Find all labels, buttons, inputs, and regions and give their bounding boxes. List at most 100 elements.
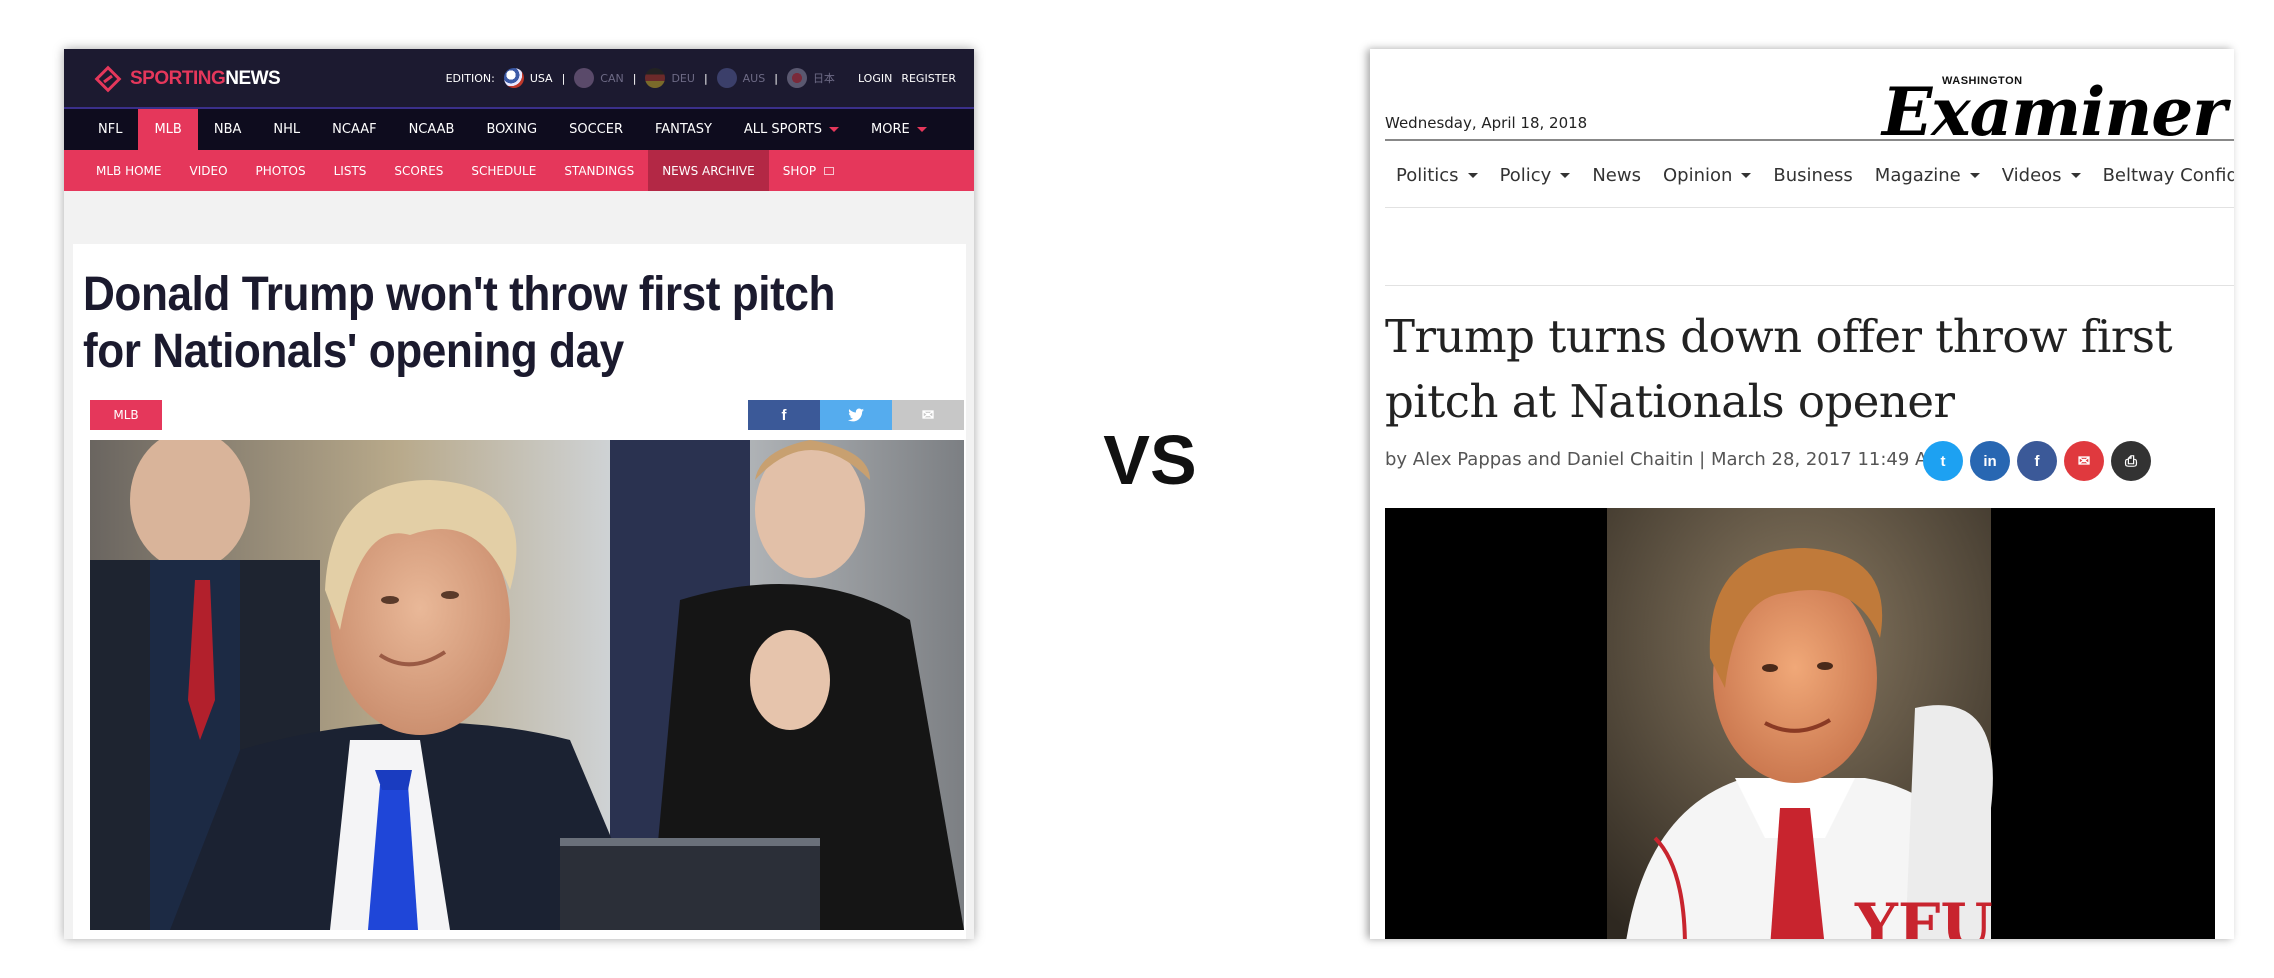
- sn-article-card: Donald Trump won't throw first pitch for…: [73, 244, 966, 939]
- nav-magazine[interactable]: Magazine: [1864, 165, 1991, 186]
- subnav-lists[interactable]: LISTS: [320, 150, 381, 191]
- sn-share-bar: f ✉: [748, 400, 964, 430]
- subnav-video[interactable]: VIDEO: [176, 150, 242, 191]
- email-icon: ✉: [921, 407, 935, 424]
- subnav-news-archive[interactable]: NEWS ARCHIVE: [648, 150, 769, 191]
- we-byline: by Alex Pappas and Daniel Chaitin | Marc…: [1385, 449, 1943, 470]
- nav-label: NBA: [213, 122, 242, 137]
- nav-mlb[interactable]: MLB: [138, 109, 198, 150]
- separator: |: [774, 71, 778, 85]
- chevron-down-icon: [2070, 172, 2081, 178]
- we-logo[interactable]: Examiner WASHINGTON: [1882, 57, 2227, 151]
- register-link[interactable]: REGISTER: [901, 72, 956, 85]
- mlb-tag[interactable]: MLB: [90, 400, 162, 430]
- nav-fantasy[interactable]: FANTASY: [639, 109, 728, 150]
- subnav-photos[interactable]: PHOTOS: [242, 150, 320, 191]
- chevron-down-icon: [1560, 172, 1571, 178]
- nav-label: Business: [1773, 164, 1853, 186]
- sporting-news-screenshot: SPORTINGNEWS EDITION: USA | CAN | DEU | …: [64, 49, 974, 939]
- subnav-mlb-home[interactable]: MLB HOME: [82, 150, 176, 191]
- nav-videos[interactable]: Videos: [1991, 165, 2092, 186]
- email-share-button[interactable]: ✉: [892, 400, 964, 430]
- twitter-share-button[interactable]: [820, 400, 892, 430]
- subnav-scores[interactable]: SCORES: [380, 150, 457, 191]
- nav-nfl[interactable]: NFL: [82, 109, 138, 150]
- nav-label: NFL: [98, 122, 123, 137]
- separator: |: [561, 71, 566, 85]
- nav-label: Politics: [1396, 164, 1459, 186]
- nav-more[interactable]: MORE: [855, 109, 943, 150]
- subnav-label: SHOP: [782, 163, 817, 178]
- nav-label: SOCCER: [569, 122, 623, 137]
- chevron-down-icon: [1467, 172, 1478, 178]
- print-button[interactable]: ⎙: [2111, 441, 2151, 481]
- sn-brand-part1: SPORTING: [130, 68, 226, 89]
- facebook-share-button[interactable]: f: [748, 400, 820, 430]
- divider: [1385, 285, 2234, 286]
- twitter-icon: t: [1940, 452, 1946, 470]
- sn-logo[interactable]: SPORTINGNEWS: [94, 59, 281, 99]
- edition-can-label: CAN: [600, 71, 624, 85]
- edition-deu-label: DEU: [671, 71, 695, 85]
- login-link[interactable]: LOGIN: [858, 72, 892, 85]
- nav-policy[interactable]: Policy: [1489, 165, 1582, 186]
- chevron-down-icon: [916, 127, 927, 132]
- nav-news[interactable]: News: [1581, 165, 1652, 186]
- nav-ncaab[interactable]: NCAAB: [393, 109, 471, 150]
- edition-usa[interactable]: USA: [503, 68, 553, 88]
- edition-aus-label: AUS: [742, 71, 766, 85]
- nav-label: MLB: [154, 122, 182, 137]
- separator: |: [632, 71, 637, 85]
- nav-label: MORE: [871, 122, 910, 137]
- print-icon: ⎙: [2124, 452, 2137, 470]
- subnav-label: VIDEO: [189, 163, 228, 178]
- twitter-icon: [848, 408, 864, 422]
- sn-article-photo: [90, 440, 964, 930]
- edition-can[interactable]: CAN: [574, 68, 624, 88]
- external-link-icon: [824, 166, 835, 175]
- nav-label: Videos: [2001, 164, 2062, 186]
- subnav-schedule[interactable]: SCHEDULE: [457, 150, 550, 191]
- edition-aus[interactable]: AUS: [716, 68, 766, 88]
- trump-smiling-photo: [90, 440, 964, 930]
- edition-jpn-label: 日本: [812, 72, 835, 85]
- twitter-share-button[interactable]: t: [1923, 441, 1963, 481]
- nav-opinion[interactable]: Opinion: [1652, 165, 1762, 186]
- sn-headline: Donald Trump won't throw first pitch for…: [83, 268, 835, 378]
- separator: |: [703, 71, 708, 85]
- subnav-label: MLB HOME: [96, 163, 162, 178]
- usa-flag-icon: [503, 68, 524, 88]
- email-icon: ✉: [2077, 453, 2091, 470]
- edition-label: EDITION:: [445, 71, 495, 85]
- nav-ncaaf[interactable]: NCAAF: [316, 109, 392, 150]
- nav-nhl[interactable]: NHL: [257, 109, 316, 150]
- edition-jpn[interactable]: 日本: [786, 68, 835, 88]
- sn-brand: SPORTINGNEWS: [130, 68, 281, 90]
- edition-deu[interactable]: DEU: [645, 68, 695, 88]
- trump-baseball-jersey-photo: YFU: [1385, 508, 2215, 939]
- nav-label: News: [1592, 164, 1641, 186]
- subnav-label: LISTS: [333, 163, 367, 178]
- nav-all-sports[interactable]: ALL SPORTS: [728, 109, 855, 150]
- nav-nba[interactable]: NBA: [198, 109, 258, 150]
- subnav-label: SCHEDULE: [471, 163, 537, 178]
- vs-label: VS: [1103, 421, 1197, 499]
- we-article-photo: YFU: [1385, 508, 2215, 939]
- edition-selector: EDITION: USA | CAN | DEU | AUS | 日本 LOGI…: [446, 49, 956, 107]
- facebook-share-button[interactable]: f: [2017, 441, 2057, 481]
- nav-business[interactable]: Business: [1762, 165, 1863, 186]
- subnav-label: STANDINGS: [564, 163, 635, 178]
- email-share-button[interactable]: ✉: [2064, 441, 2104, 481]
- divider: [1385, 139, 2234, 141]
- edition-usa-label: USA: [529, 71, 553, 85]
- subnav-standings[interactable]: STANDINGS: [550, 150, 648, 191]
- divider: [1385, 207, 2234, 208]
- we-main-nav: Politics Policy News Opinion Business Ma…: [1385, 155, 2234, 195]
- sn-brand-part2: NEWS: [225, 68, 281, 89]
- nav-soccer[interactable]: SOCCER: [553, 109, 639, 150]
- linkedin-share-button[interactable]: in: [1970, 441, 2010, 481]
- nav-boxing[interactable]: BOXING: [470, 109, 553, 150]
- subnav-shop[interactable]: SHOP: [769, 150, 848, 191]
- nav-beltway-confidential[interactable]: Beltway Confide: [2092, 165, 2234, 186]
- nav-politics[interactable]: Politics: [1385, 165, 1489, 186]
